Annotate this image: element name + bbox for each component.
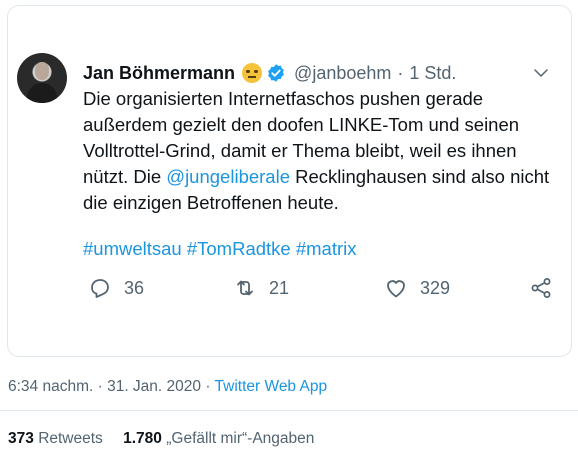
avatar-suit	[27, 83, 57, 103]
heart-icon	[387, 280, 405, 298]
share-icon[interactable]	[529, 276, 553, 300]
likes-value: 1.780	[123, 430, 162, 447]
retweets-value: 373	[8, 430, 34, 447]
tweet-meta: 6:34 nachm. · 31. Jan. 2020 · Twitter We…	[8, 378, 327, 396]
hashtag-list: #umweltsau #TomRadtke #matrix	[83, 236, 357, 262]
retweet-button[interactable]: 21	[233, 275, 289, 301]
reply-count: 36	[124, 277, 145, 298]
retweets-stat[interactable]: 373 Retweets	[8, 430, 103, 447]
likes-stat[interactable]: 1.780 „Gefällt mir“-Angaben	[123, 430, 314, 447]
hashtag-link[interactable]: #matrix	[296, 238, 357, 259]
likes-label: „Gefällt mir“-Angaben	[166, 430, 315, 447]
retweet-count: 21	[269, 277, 290, 298]
retweets-label: Retweets	[38, 430, 103, 447]
like-count: 329	[420, 277, 451, 298]
tweet-text: Die organisierten Internetfaschos pushen…	[83, 86, 553, 216]
mention-link[interactable]: @jungeliberale	[166, 166, 290, 187]
timestamp[interactable]: 6:34 nachm. · 31. Jan. 2020 ·	[8, 378, 215, 395]
hashtag-link[interactable]: #TomRadtke	[187, 238, 291, 259]
author-handle[interactable]: @janboehm	[294, 63, 391, 84]
author-name[interactable]: Jan Böhmermann	[83, 63, 235, 84]
verified-badge-icon	[268, 64, 284, 82]
avatar-face	[35, 62, 49, 80]
retweet-icon	[237, 280, 253, 296]
relative-time[interactable]: 1 Std.	[409, 63, 456, 84]
header-separator: ·	[397, 62, 404, 83]
like-button[interactable]: 329	[384, 275, 450, 301]
avatar[interactable]	[17, 53, 67, 103]
face-with-raised-eyebrow-icon	[242, 63, 263, 83]
reply-button[interactable]: 36	[88, 275, 144, 301]
hashtag-link[interactable]: #umweltsau	[83, 238, 182, 259]
tweet-header: Jan Böhmermann @janboehm · 1 Std.	[83, 62, 456, 84]
reply-icon	[91, 279, 109, 298]
source-link[interactable]: Twitter Web App	[215, 378, 328, 395]
divider	[0, 410, 578, 411]
chevron-down-icon[interactable]	[532, 64, 550, 82]
engagement-stats: 373 Retweets 1.780 „Gefällt mir“-Angaben	[8, 430, 314, 448]
